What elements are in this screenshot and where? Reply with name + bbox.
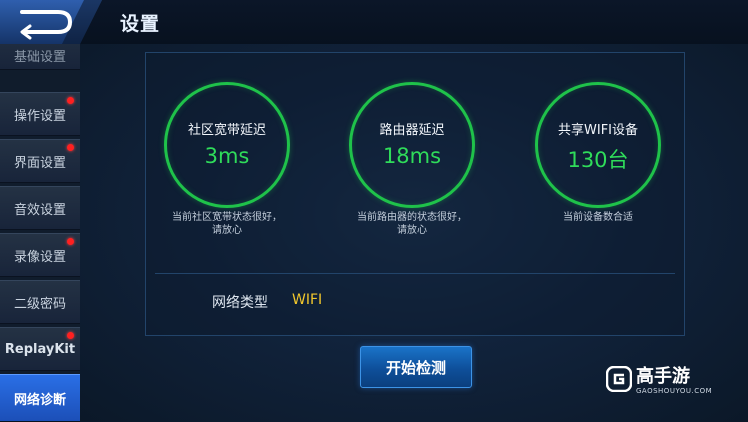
notification-dot	[67, 332, 74, 339]
desc-line: 当前社区宽带状态很好，	[172, 212, 282, 223]
router-latency-desc: 当前路由器的状态很好， 请放心	[327, 211, 497, 237]
sidebar-item-label: 界面设置	[13, 155, 66, 171]
sidebar-item-network-diagnosis[interactable]: 网络诊断	[0, 374, 80, 422]
back-arrow-icon	[0, 0, 102, 44]
notification-dot	[67, 97, 74, 104]
top-bar: 设置	[0, 0, 748, 45]
start-test-button[interactable]: 开始检测	[360, 346, 472, 388]
sidebar-item-label: 录像设置	[13, 249, 66, 265]
router-latency-label: 路由器延迟	[379, 123, 445, 138]
router-latency-value: 18ms	[382, 144, 442, 168]
notification-dot	[67, 238, 74, 245]
wifi-devices-desc: 当前设备数合适	[513, 211, 683, 224]
desc-line: 当前路由器的状态很好，	[357, 212, 467, 223]
watermark-text: 高手游	[636, 366, 690, 387]
sidebar-item-label: 二级密码	[13, 296, 66, 312]
wifi-devices-value: 130台	[567, 148, 629, 172]
community-latency-value: 3ms	[204, 144, 250, 168]
page-title: 设置	[120, 13, 161, 35]
sidebar-item-operation-settings[interactable]: 操作设置	[0, 92, 80, 136]
sidebar: 基础设置 操作设置 界面设置 音效设置 录像设置 二级密码 ReplayKit …	[0, 44, 80, 422]
sidebar-item-label: 操作设置	[13, 108, 66, 124]
community-latency-desc: 当前社区宽带状态很好， 请放心	[142, 211, 312, 237]
sidebar-item-label: ReplayKit	[4, 341, 76, 357]
community-latency-label: 社区宽带延迟	[187, 123, 266, 138]
watermark-subtext: GAOSHOUYOU.COM	[636, 387, 713, 395]
start-test-label: 开始检测	[385, 358, 446, 377]
desc-line: 当前设备数合适	[563, 212, 633, 223]
network-type-label: 网络类型	[212, 295, 268, 311]
brand-logo-icon	[606, 366, 632, 392]
network-type-value: WIFI	[292, 292, 323, 308]
sidebar-item-label: 网络诊断	[13, 392, 66, 408]
desc-line: 请放心	[397, 225, 427, 236]
sidebar-item-replaykit[interactable]: ReplayKit	[0, 327, 80, 371]
desc-line: 请放心	[212, 225, 242, 236]
sidebar-item-basic-settings[interactable]: 基础设置	[0, 44, 80, 70]
panel-divider	[155, 273, 675, 274]
sidebar-item-secondary-password[interactable]: 二级密码	[0, 280, 80, 324]
sidebar-item-label: 音效设置	[13, 202, 66, 218]
sidebar-item-label: 基础设置	[13, 50, 66, 65]
sidebar-item-interface-settings[interactable]: 界面设置	[0, 139, 80, 183]
notification-dot	[67, 144, 74, 151]
wifi-devices-label: 共享WIFI设备	[558, 123, 638, 138]
watermark-logo: 高手游 GAOSHOUYOU.COM	[606, 362, 736, 402]
sidebar-item-sound-settings[interactable]: 音效设置	[0, 186, 80, 230]
sidebar-item-recording-settings[interactable]: 录像设置	[0, 233, 80, 277]
back-button[interactable]	[0, 0, 102, 44]
